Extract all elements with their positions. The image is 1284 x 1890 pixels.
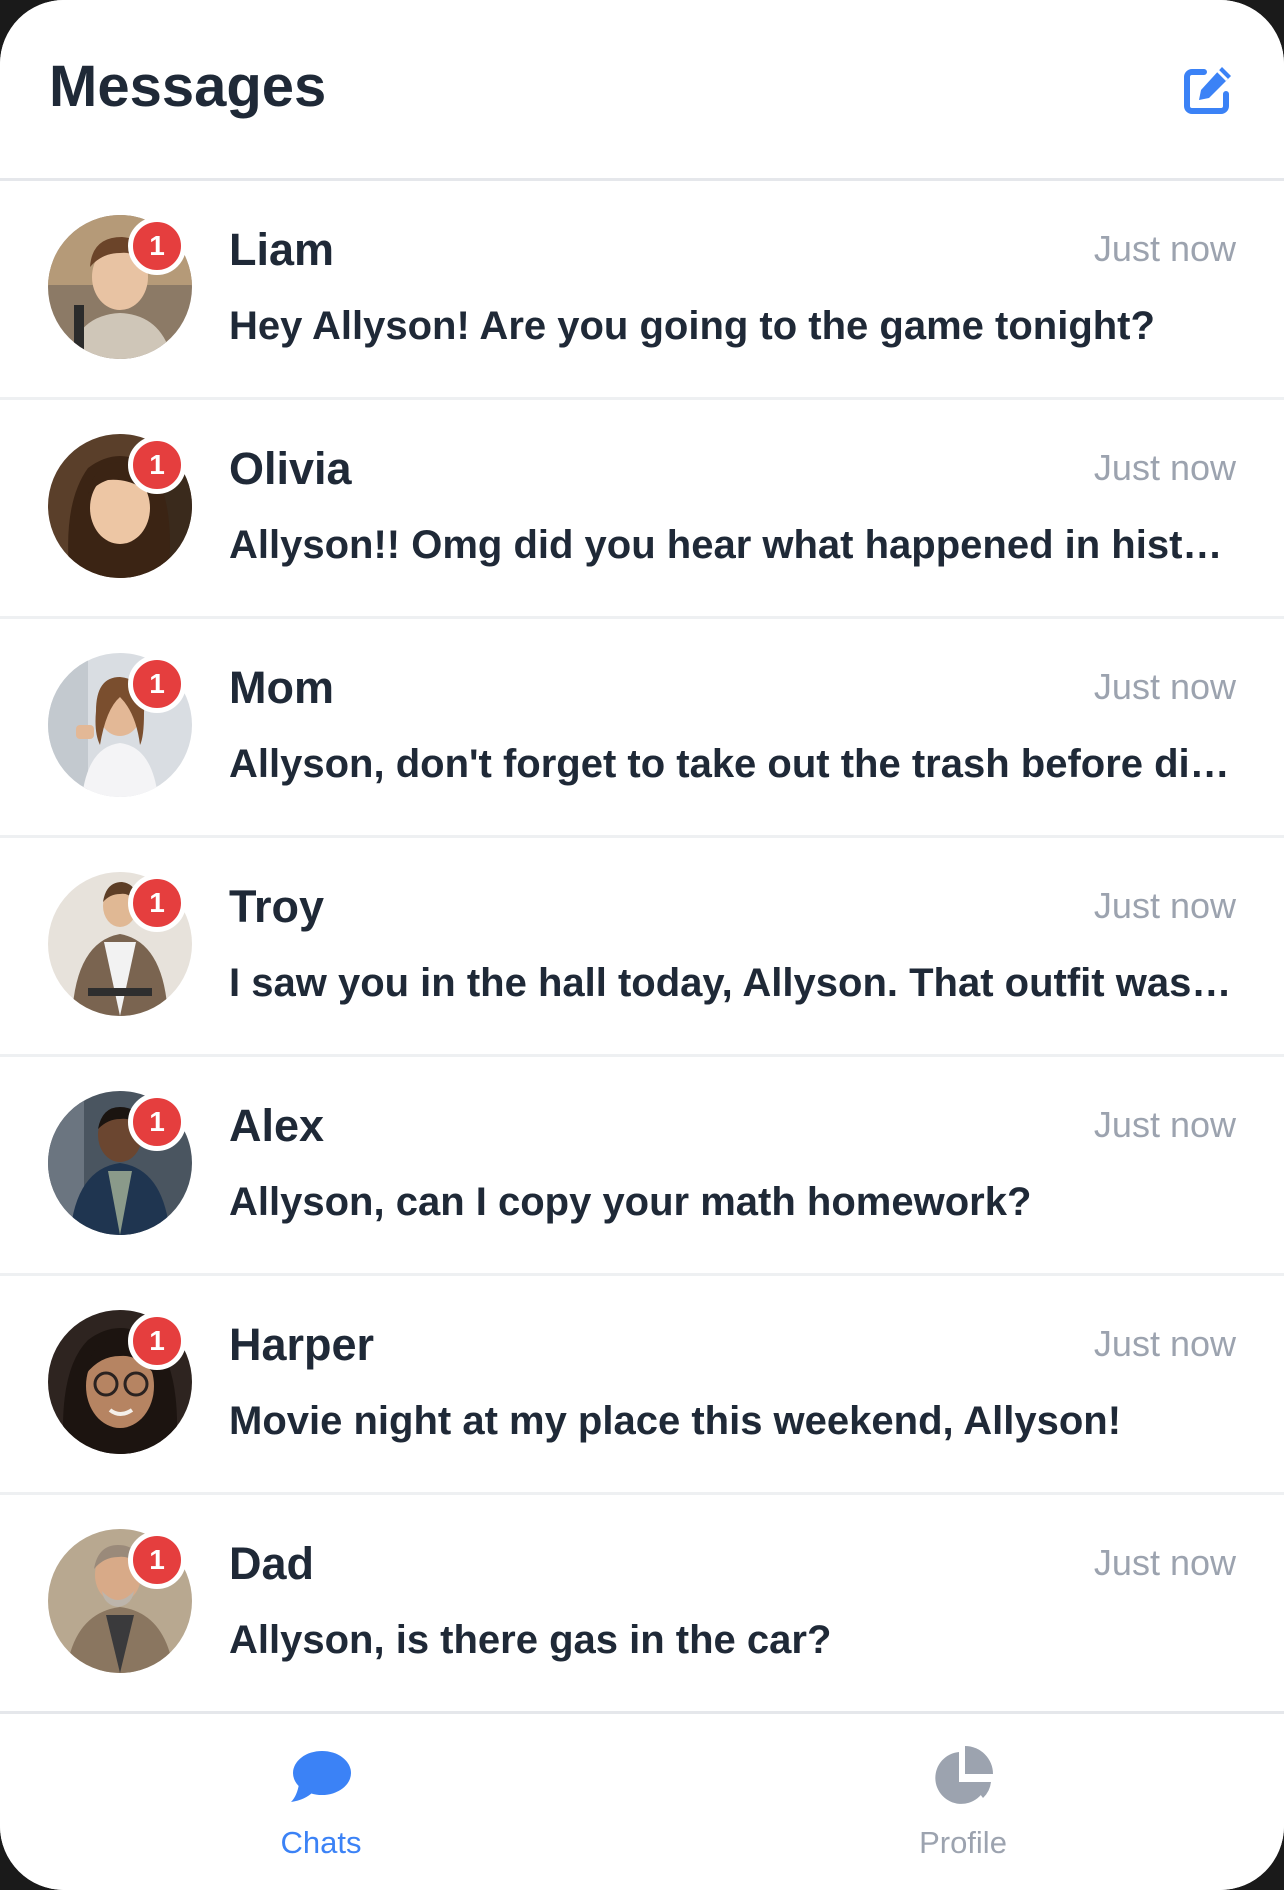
contact-name: Troy (229, 881, 325, 932)
message-time: Just now (1093, 1104, 1236, 1145)
edit-icon (1184, 67, 1231, 114)
conversation-row[interactable]: 1 Mom Just now Allyson, don't forget to … (0, 619, 1284, 838)
message-preview: I saw you in the hall today, Allyson. Th… (229, 961, 1237, 1005)
contact-name: Olivia (229, 443, 352, 494)
unread-badge: 1 (128, 217, 186, 275)
message-time: Just now (1093, 1542, 1236, 1583)
compose-button[interactable] (1180, 62, 1236, 118)
tab-label: Profile (919, 1825, 1007, 1860)
header: Messages (0, 0, 1284, 181)
message-time: Just now (1093, 1323, 1236, 1364)
contact-name: Dad (229, 1538, 315, 1589)
conversation-row[interactable]: 1 Troy Just now I saw you in the hall to… (0, 838, 1284, 1057)
page-title: Messages (49, 54, 327, 119)
pie-chart-icon (935, 1746, 993, 1804)
message-preview: Allyson, can I copy your math homework? (229, 1180, 1032, 1224)
phone-screen: Messages 1 Liam Just now Hey Allyson! Ar… (0, 0, 1284, 1890)
conversation-list: 1 Liam Just now Hey Allyson! Are you goi… (0, 181, 1284, 1714)
unread-badge: 1 (128, 655, 186, 713)
unread-badge: 1 (128, 1312, 186, 1370)
conversation-row[interactable]: 1 Dad Just now Allyson, is there gas in … (0, 1495, 1284, 1714)
tab-chats[interactable]: Chats (0, 1714, 642, 1890)
chat-bubble-icon (291, 1751, 351, 1802)
unread-badge: 1 (128, 1093, 186, 1151)
conversation-row[interactable]: 1 Harper Just now Movie night at my plac… (0, 1276, 1284, 1495)
message-time: Just now (1093, 885, 1236, 926)
unread-badge: 1 (128, 1531, 186, 1589)
contact-name: Alex (229, 1100, 325, 1151)
message-preview: Allyson!! Omg did you hear what happened… (229, 523, 1237, 567)
message-preview: Allyson, don't forget to take out the tr… (229, 742, 1237, 786)
tab-label: Chats (280, 1825, 362, 1860)
conversation-row[interactable]: 1 Alex Just now Allyson, can I copy your… (0, 1057, 1284, 1276)
contact-name: Liam (229, 224, 335, 275)
message-preview: Allyson, is there gas in the car? (229, 1618, 832, 1662)
message-time: Just now (1093, 447, 1236, 488)
unread-badge: 1 (128, 874, 186, 932)
message-preview: Hey Allyson! Are you going to the game t… (229, 304, 1155, 348)
conversation-row[interactable]: 1 Olivia Just now Allyson!! Omg did you … (0, 400, 1284, 619)
message-time: Just now (1093, 228, 1236, 269)
message-preview: Movie night at my place this weekend, Al… (229, 1399, 1122, 1443)
contact-name: Mom (229, 662, 334, 713)
contact-name: Harper (229, 1319, 375, 1370)
bottom-tab-bar: Chats Profile (0, 1711, 1284, 1890)
message-time: Just now (1093, 666, 1236, 707)
tab-profile[interactable]: Profile (642, 1714, 1284, 1890)
conversation-row[interactable]: 1 Liam Just now Hey Allyson! Are you goi… (0, 181, 1284, 400)
unread-badge: 1 (128, 436, 186, 494)
